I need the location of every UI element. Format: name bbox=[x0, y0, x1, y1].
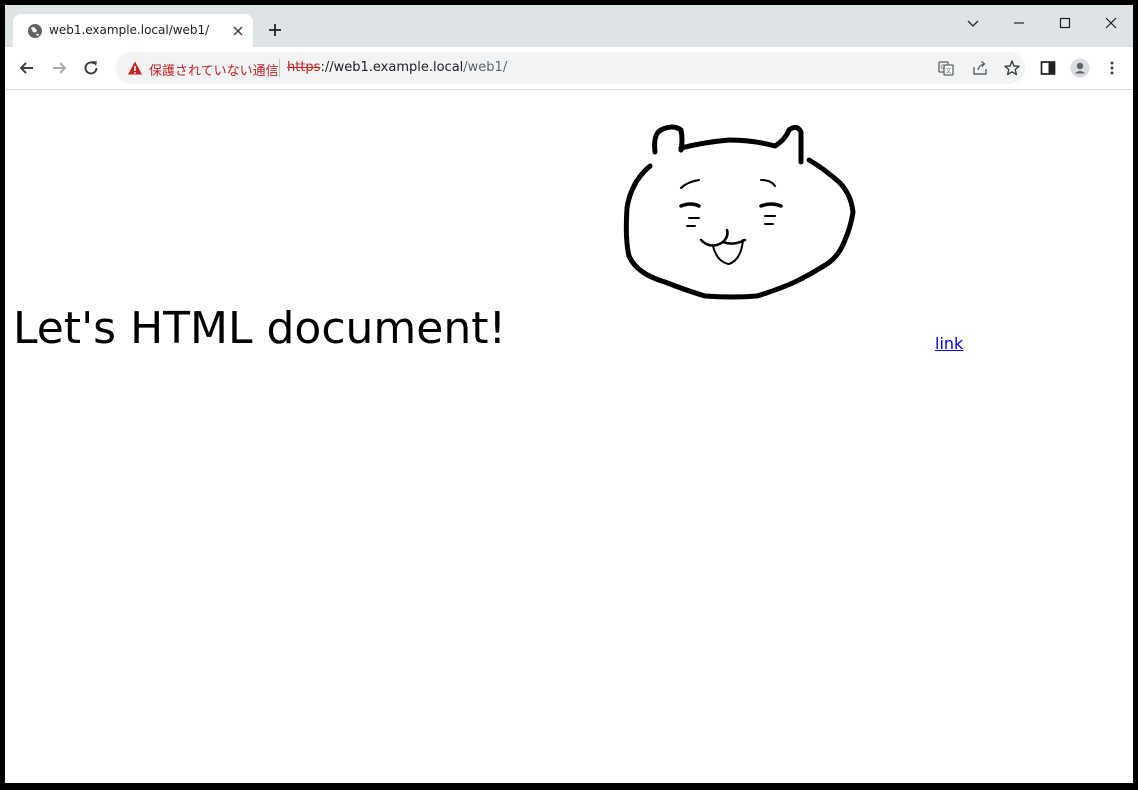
tab-search-icon[interactable] bbox=[961, 11, 985, 35]
back-icon[interactable] bbox=[17, 58, 37, 78]
url-text[interactable]: https://web1.example.local/web1/ bbox=[287, 60, 507, 75]
browser-window: web1.example.local/web1/ 保護されていない通信 http… bbox=[5, 5, 1133, 783]
new-tab-icon[interactable] bbox=[267, 22, 283, 38]
maximize-icon[interactable] bbox=[1053, 11, 1077, 35]
close-tab-icon[interactable] bbox=[231, 24, 245, 38]
globe-icon bbox=[28, 24, 42, 38]
page-heading: Let's HTML document! bbox=[13, 303, 507, 354]
reload-icon[interactable] bbox=[81, 58, 101, 78]
omnibox-divider bbox=[279, 59, 280, 77]
menu-kebab-icon[interactable] bbox=[1102, 58, 1122, 78]
minimize-icon[interactable] bbox=[1007, 11, 1031, 35]
security-warning[interactable]: 保護されていない通信 bbox=[149, 60, 279, 79]
url-scheme: https bbox=[287, 60, 321, 75]
svg-text:G: G bbox=[941, 64, 946, 71]
cat-drawing-image bbox=[623, 124, 856, 300]
tab-title: web1.example.local/web1/ bbox=[49, 23, 210, 37]
close-window-icon[interactable] bbox=[1099, 11, 1123, 35]
forward-icon[interactable] bbox=[49, 58, 69, 78]
share-icon[interactable] bbox=[971, 59, 989, 77]
svg-text:文: 文 bbox=[946, 67, 952, 75]
side-panel-icon[interactable] bbox=[1038, 58, 1058, 78]
toolbar: 保護されていない通信 https://web1.example.local/we… bbox=[5, 47, 1133, 90]
address-bar[interactable]: 保護されていない通信 https://web1.example.local/we… bbox=[115, 52, 1025, 84]
translate-icon[interactable]: 文 G bbox=[937, 59, 955, 77]
url-path: /web1/ bbox=[463, 60, 508, 75]
warning-icon bbox=[128, 61, 142, 75]
url-host: ://web1.example.local bbox=[320, 60, 464, 75]
profile-avatar-icon[interactable] bbox=[1070, 58, 1090, 78]
tab-strip: web1.example.local/web1/ bbox=[5, 5, 1133, 47]
tab-active[interactable]: web1.example.local/web1/ bbox=[13, 14, 253, 47]
page-link[interactable]: link bbox=[935, 334, 963, 353]
page-content: Let's HTML document! link bbox=[5, 90, 1133, 783]
bookmark-star-icon[interactable] bbox=[1003, 59, 1021, 77]
